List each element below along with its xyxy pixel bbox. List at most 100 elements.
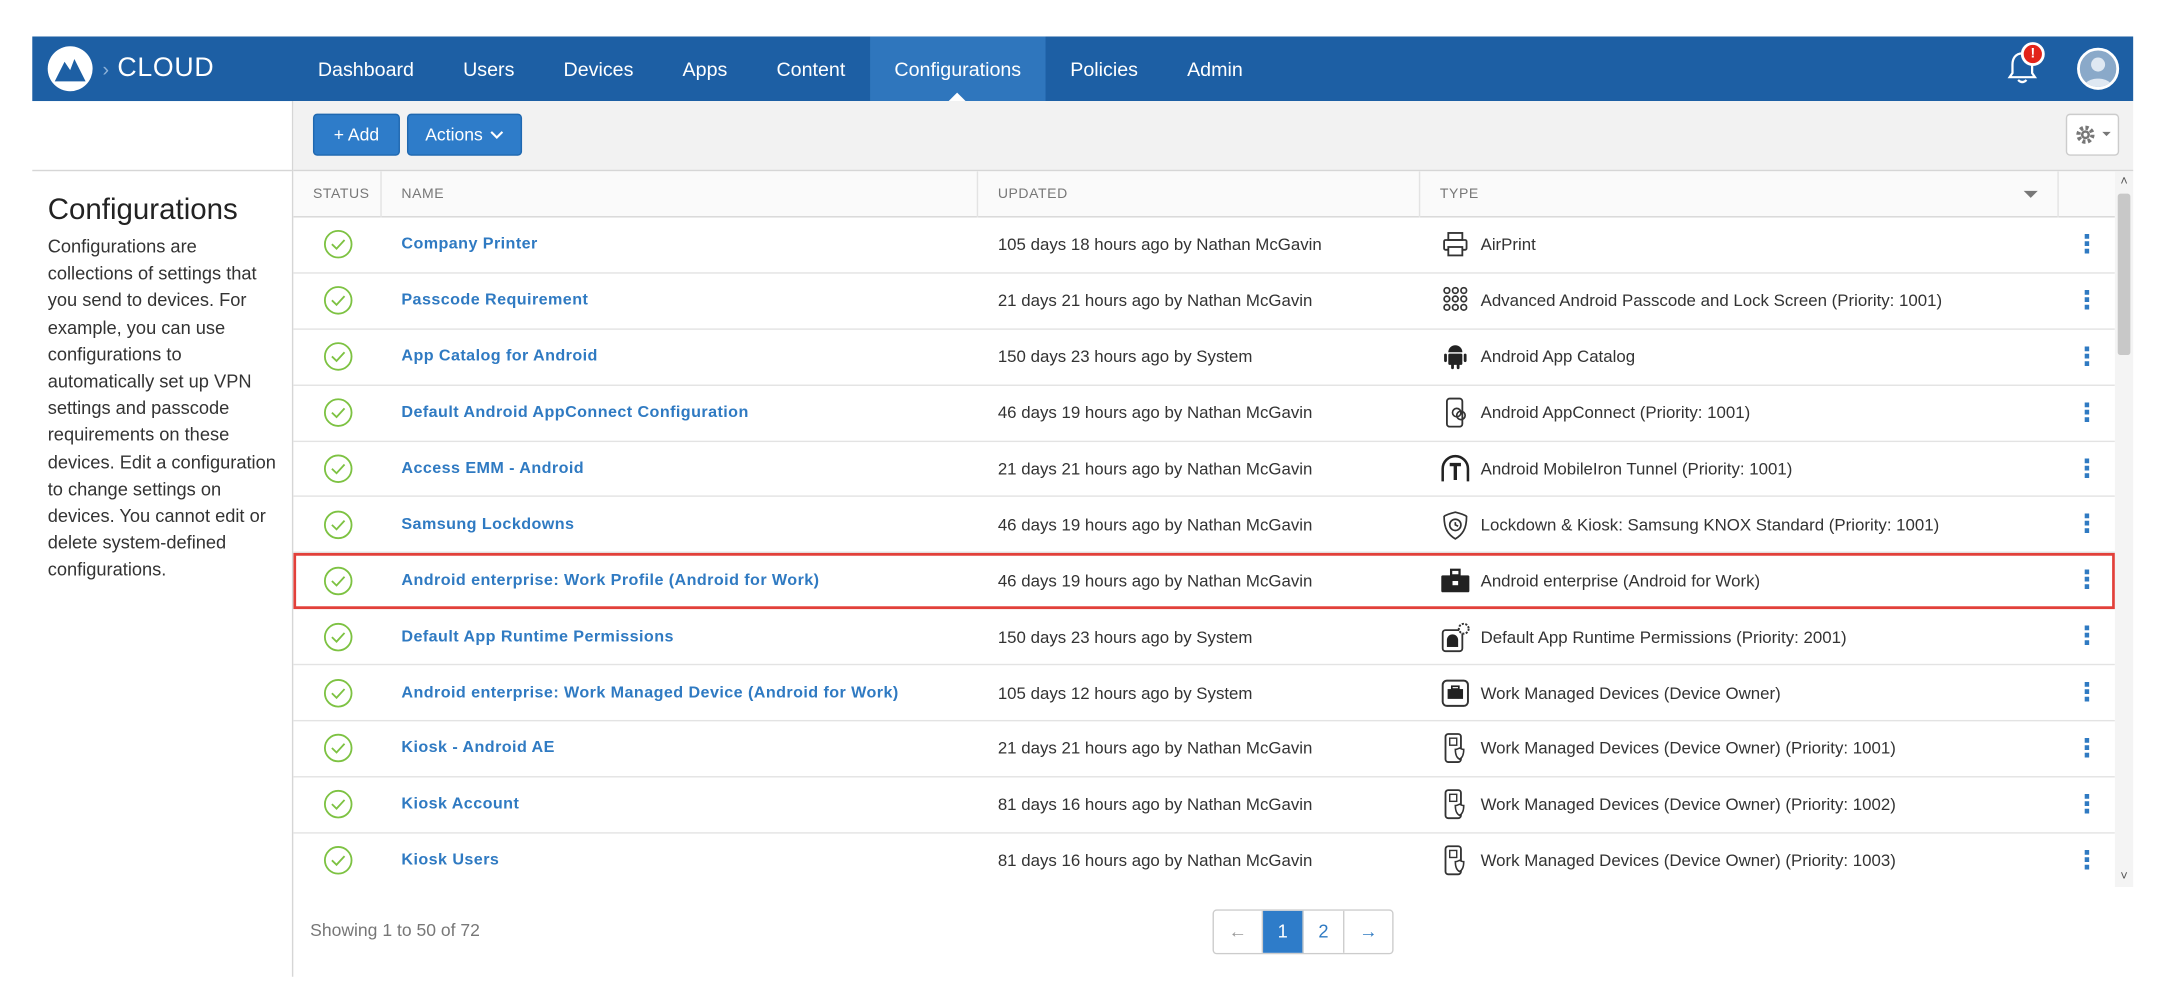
row-menu-kebab-icon[interactable]: ⋮: [2059, 734, 2115, 763]
table-row[interactable]: Android enterprise: Work Profile (Androi…: [293, 553, 2115, 610]
configuration-name-link[interactable]: Android enterprise: Work Managed Device …: [401, 684, 898, 701]
table-row[interactable]: Access EMM - Android 21 days 21 hours ago…: [293, 441, 2115, 498]
updated-cell: 150 days 23 hours ago by System: [978, 609, 1420, 664]
updated-cell: 46 days 19 hours ago by Nathan McGavin: [978, 553, 1420, 608]
help-panel: Configurations Configurations are collec…: [32, 101, 294, 977]
configuration-name-link[interactable]: Kiosk Account: [401, 796, 519, 813]
logo[interactable]: › CLOUD: [32, 36, 293, 101]
row-menu-kebab-icon[interactable]: ⋮: [2059, 286, 2115, 315]
type-text: Work Managed Devices (Device Owner): [1480, 682, 1781, 703]
updated-cell: 46 days 19 hours ago by Nathan McGavin: [978, 497, 1420, 552]
type-cell: Work Managed Devices (Device Owner): [1420, 665, 2059, 720]
page-1-button[interactable]: 1: [1263, 910, 1304, 953]
configuration-name-link[interactable]: Access EMM - Android: [401, 460, 584, 477]
table-row[interactable]: Kiosk - Android AE 21 days 21 hours ago b…: [293, 721, 2115, 778]
row-menu-kebab-icon[interactable]: ⋮: [2059, 398, 2115, 427]
top-nav: › CLOUD Dashboard Users Devices Apps Con…: [32, 36, 2134, 102]
nav-content[interactable]: Content: [752, 36, 870, 101]
nav-apps[interactable]: Apps: [658, 36, 752, 101]
vertical-scrollbar[interactable]: ˄ ˅: [2114, 171, 2134, 887]
table-row[interactable]: App Catalog for Android 150 days 23 hours…: [293, 329, 2115, 386]
row-menu-kebab-icon[interactable]: ⋮: [2059, 454, 2115, 483]
row-menu-kebab-icon[interactable]: ⋮: [2059, 790, 2115, 819]
configuration-name-link[interactable]: Passcode Requirement: [401, 292, 588, 309]
table-row[interactable]: Default App Runtime Permissions 150 days …: [293, 609, 2115, 666]
toolbar: + Add Actions: [293, 101, 2134, 172]
menu-cell: ⋮: [2059, 497, 2115, 552]
settings-button[interactable]: [2065, 113, 2120, 156]
table-row[interactable]: Kiosk Account 81 days 16 hours ago by Nat…: [293, 777, 2115, 834]
updated-text: 46 days 19 hours ago by Nathan McGavin: [997, 402, 1313, 423]
menu-cell: ⋮: [2059, 274, 2115, 329]
type-text: AirPrint: [1480, 234, 1536, 255]
table-row[interactable]: Samsung Lockdowns 46 days 19 hours ago by…: [293, 497, 2115, 554]
table-row[interactable]: Company Printer 105 days 18 hours ago by …: [293, 218, 2115, 274]
column-name[interactable]: NAME: [382, 171, 979, 218]
column-type[interactable]: TYPE: [1420, 171, 2059, 218]
status-ok-icon: [323, 398, 352, 427]
type-cell: Android enterprise (Android for Work): [1420, 553, 2059, 608]
page-2-button[interactable]: 2: [1303, 910, 1345, 953]
phone-shield-icon: [1440, 789, 1471, 820]
column-updated[interactable]: UPDATED: [978, 171, 1421, 218]
type-text: Android enterprise (Android for Work): [1480, 570, 1761, 591]
type-cell: Default App Runtime Permissions (Priorit…: [1420, 609, 2059, 664]
scroll-up-icon[interactable]: ˄: [2118, 175, 2131, 188]
row-menu-kebab-icon[interactable]: ⋮: [2059, 846, 2115, 875]
scroll-thumb[interactable]: [2117, 193, 2131, 356]
nav-admin[interactable]: Admin: [1163, 36, 1268, 101]
table-row[interactable]: Android enterprise: Work Managed Device …: [293, 665, 2115, 722]
configuration-name-link[interactable]: Kiosk Users: [401, 852, 499, 869]
nav-devices[interactable]: Devices: [539, 36, 658, 101]
user-avatar[interactable]: [2077, 47, 2120, 90]
nav-configurations[interactable]: Configurations: [869, 36, 1046, 102]
type-text: Advanced Android Passcode and Lock Scree…: [1480, 290, 1943, 311]
configuration-name-link[interactable]: Android enterprise: Work Profile (Androi…: [401, 572, 819, 589]
notifications-bell-icon[interactable]: !: [2007, 42, 2045, 88]
status-cell: [293, 274, 381, 329]
actions-button[interactable]: Actions: [406, 113, 523, 156]
status-cell: [293, 497, 381, 552]
showing-count: Showing 1 to 50 of 72: [310, 920, 480, 941]
type-cell: Work Managed Devices (Device Owner) (Pri…: [1420, 777, 2059, 832]
configuration-name-link[interactable]: Company Printer: [401, 236, 537, 253]
briefcase-icon: [1440, 565, 1471, 596]
status-ok-icon: [323, 510, 352, 539]
sort-caret-icon[interactable]: [2023, 190, 2038, 198]
row-menu-kebab-icon[interactable]: ⋮: [2059, 510, 2115, 539]
table-row[interactable]: Default Android AppConnect Configuration…: [293, 385, 2115, 442]
prev-page-button[interactable]: ←: [1213, 910, 1264, 953]
configuration-name-link[interactable]: Kiosk - Android AE: [401, 740, 554, 757]
scroll-down-icon[interactable]: ˅: [2118, 869, 2131, 883]
row-menu-kebab-icon[interactable]: ⋮: [2059, 230, 2115, 259]
status-cell: [293, 833, 381, 887]
updated-text: 46 days 19 hours ago by Nathan McGavin: [997, 514, 1313, 535]
table-row[interactable]: Passcode Requirement 21 days 21 hours ago…: [293, 274, 2115, 330]
row-menu-kebab-icon[interactable]: ⋮: [2059, 566, 2115, 595]
name-cell: Access EMM - Android: [382, 441, 978, 496]
updated-cell: 21 days 21 hours ago by Nathan McGavin: [978, 441, 1420, 496]
status-cell: [293, 385, 381, 440]
name-cell: Samsung Lockdowns: [382, 497, 978, 552]
updated-text: 81 days 16 hours ago by Nathan McGavin: [997, 850, 1313, 871]
configuration-name-link[interactable]: Default Android AppConnect Configuration: [401, 404, 748, 421]
nav-policies[interactable]: Policies: [1046, 36, 1163, 101]
row-menu-kebab-icon[interactable]: ⋮: [2059, 622, 2115, 651]
type-text: Work Managed Devices (Device Owner) (Pri…: [1480, 850, 1896, 871]
configuration-name-link[interactable]: Samsung Lockdowns: [401, 516, 574, 533]
column-type-label: TYPE: [1439, 186, 1479, 203]
nav-dashboard[interactable]: Dashboard: [293, 36, 438, 101]
type-text: Lockdown & Kiosk: Samsung KNOX Standard …: [1480, 514, 1940, 535]
status-ok-icon: [323, 790, 352, 819]
type-text: Work Managed Devices (Device Owner) (Pri…: [1480, 794, 1896, 815]
nav-users[interactable]: Users: [439, 36, 539, 101]
table-row[interactable]: Kiosk Users 81 days 16 hours ago by Natha…: [293, 833, 2115, 887]
next-page-button[interactable]: →: [1344, 910, 1393, 953]
row-menu-kebab-icon[interactable]: ⋮: [2059, 342, 2115, 371]
configuration-name-link[interactable]: Default App Runtime Permissions: [401, 628, 674, 645]
add-button[interactable]: + Add: [312, 113, 400, 156]
configuration-name-link[interactable]: App Catalog for Android: [401, 348, 597, 365]
chevron-down-icon: [490, 131, 504, 140]
column-status[interactable]: STATUS: [293, 171, 382, 218]
row-menu-kebab-icon[interactable]: ⋮: [2059, 678, 2115, 707]
